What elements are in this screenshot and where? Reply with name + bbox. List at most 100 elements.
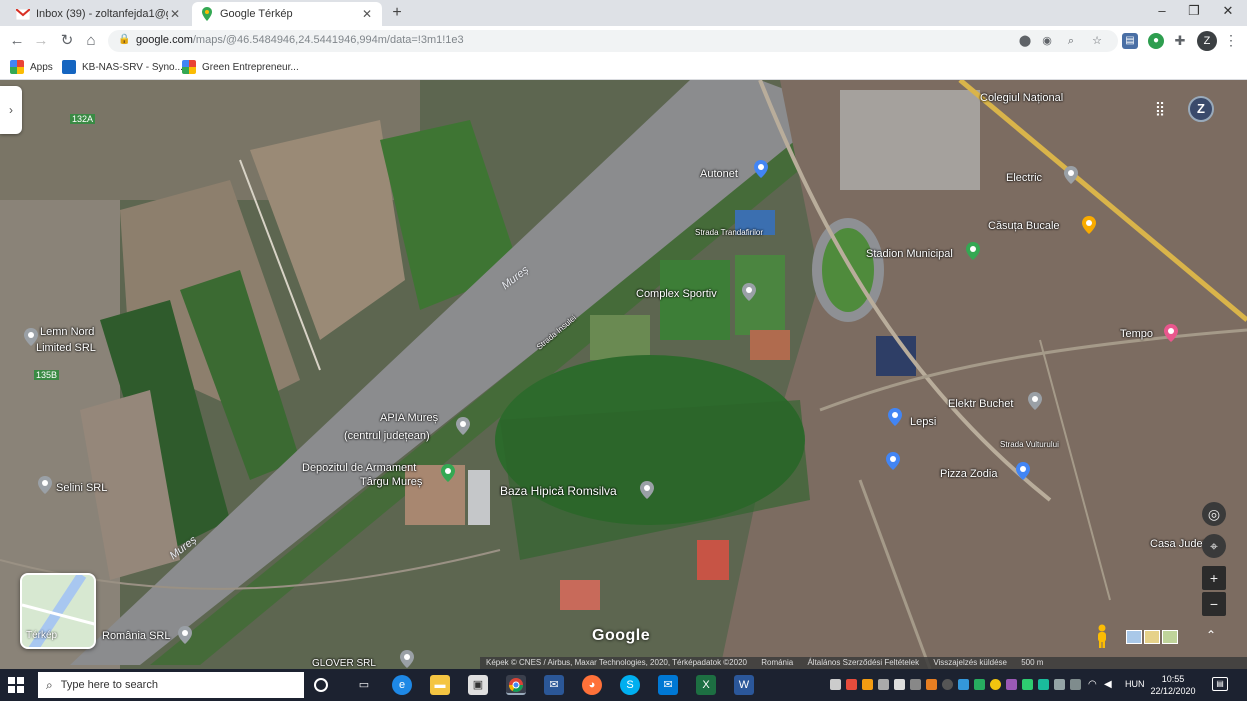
- file-explorer-icon[interactable]: ▬: [430, 675, 450, 695]
- map-pin-icon[interactable]: [886, 452, 900, 470]
- map-pin-icon[interactable]: [1082, 216, 1096, 234]
- place-label[interactable]: Autonet: [700, 168, 738, 180]
- place-label[interactable]: România SRL: [102, 630, 170, 642]
- close-tab-icon[interactable]: ✕: [360, 7, 374, 21]
- place-label[interactable]: Căsuța Bucale: [988, 220, 1060, 232]
- firefox-icon[interactable]: ◕: [582, 675, 602, 695]
- map-pin-icon[interactable]: [888, 408, 902, 426]
- terms-link[interactable]: Általános Szerződési Feltételek: [807, 658, 919, 667]
- reload-icon[interactable]: ↻: [58, 32, 76, 50]
- mail-icon[interactable]: ✉: [658, 675, 678, 695]
- outlook-icon[interactable]: ✉: [544, 675, 564, 695]
- tray-icon[interactable]: [974, 679, 985, 690]
- zoom-icon[interactable]: ⌕: [1064, 34, 1078, 48]
- place-label[interactable]: Stadion Municipal: [866, 248, 953, 260]
- tray-icon[interactable]: [894, 679, 905, 690]
- map-pin-icon[interactable]: [742, 283, 756, 301]
- word-icon[interactable]: W: [734, 675, 754, 695]
- tray-icon[interactable]: [926, 679, 937, 690]
- place-label[interactable]: Casa Județ: [1150, 538, 1206, 550]
- back-arrow-icon[interactable]: ←: [8, 32, 26, 50]
- place-label[interactable]: Tempo: [1120, 328, 1153, 340]
- place-label[interactable]: Colegiul Național: [980, 92, 1063, 104]
- windows-start-icon[interactable]: [8, 677, 24, 693]
- bookmark-kb-nas[interactable]: KB-NAS-SRV - Syno...: [62, 60, 183, 74]
- map-pin-icon[interactable]: [441, 464, 455, 482]
- close-tab-icon[interactable]: ✕: [168, 7, 182, 21]
- tab-gmail[interactable]: Inbox (39) - zoltanfejda1@gmai ✕: [8, 2, 190, 26]
- tray-icon[interactable]: [990, 679, 1001, 690]
- tray-icon[interactable]: [910, 679, 921, 690]
- terrain-layer-icon[interactable]: [1162, 630, 1178, 644]
- map-pin-icon[interactable]: [1064, 166, 1078, 184]
- place-label[interactable]: APIA Mureș: [380, 412, 438, 424]
- map-pin-icon[interactable]: [1164, 324, 1178, 342]
- wifi-icon[interactable]: ◠: [1088, 679, 1099, 690]
- network-icon[interactable]: [1070, 679, 1081, 690]
- map-layer-toggle[interactable]: Térkép: [20, 573, 96, 649]
- place-label[interactable]: Pizza Zodia: [940, 468, 997, 480]
- task-view-icon[interactable]: ▭: [354, 675, 374, 695]
- bookmark-apps[interactable]: Apps: [10, 60, 53, 74]
- tray-icon[interactable]: [942, 679, 953, 690]
- map-pin-icon[interactable]: [456, 417, 470, 435]
- volume-icon[interactable]: ◀: [1104, 679, 1115, 690]
- edge-icon[interactable]: e: [392, 675, 412, 695]
- zoom-in-button[interactable]: +: [1202, 566, 1226, 590]
- tray-icon[interactable]: [846, 679, 857, 690]
- system-clock[interactable]: 10:55 22/12/2020: [1150, 673, 1196, 697]
- map-pin-icon[interactable]: [178, 626, 192, 644]
- traffic-layer-icon[interactable]: [1144, 630, 1160, 644]
- tray-icon[interactable]: [1006, 679, 1017, 690]
- bookmark-star-icon[interactable]: ☆: [1090, 34, 1104, 48]
- location-pin-icon[interactable]: ⬤: [1018, 34, 1032, 48]
- place-label[interactable]: Baza Hipică Romsilva: [500, 484, 617, 498]
- bookmark-green-entrepreneur[interactable]: Green Entrepreneur...: [182, 60, 299, 74]
- account-avatar[interactable]: Z: [1188, 96, 1214, 122]
- chrome-icon[interactable]: [506, 675, 526, 695]
- profile-avatar[interactable]: Z: [1197, 31, 1217, 51]
- feedback-link[interactable]: Visszajelzés küldése: [933, 658, 1007, 667]
- map-pin-icon[interactable]: [24, 328, 38, 346]
- tray-icon[interactable]: [1022, 679, 1033, 690]
- map-pin-icon[interactable]: [640, 481, 654, 499]
- map-pin-icon[interactable]: [400, 650, 414, 668]
- tray-icon[interactable]: [830, 679, 841, 690]
- tray-icon[interactable]: [878, 679, 889, 690]
- place-label[interactable]: Elektr Buchet: [948, 398, 1013, 410]
- place-label[interactable]: GLOVER SRL: [312, 658, 376, 669]
- map-pin-icon[interactable]: [966, 242, 980, 260]
- place-label[interactable]: Electric: [1006, 172, 1042, 184]
- new-tab-icon[interactable]: +: [388, 4, 406, 22]
- my-location-icon[interactable]: ⌖: [1202, 534, 1226, 558]
- google-apps-icon[interactable]: ⣿: [1152, 100, 1168, 116]
- cortana-icon[interactable]: [314, 678, 328, 692]
- tray-icon[interactable]: [862, 679, 873, 690]
- restore-icon[interactable]: ❐: [1184, 3, 1204, 19]
- extension-icon[interactable]: ●: [1148, 33, 1164, 49]
- satellite-map[interactable]: Mureș Mureș Autonet Strada Trandafirilor…: [0, 80, 1247, 669]
- place-label[interactable]: Depozitul de Armament: [302, 462, 416, 474]
- notification-center-icon[interactable]: ▤: [1212, 677, 1228, 691]
- store-icon[interactable]: ▣: [468, 675, 488, 695]
- taskbar-search-input[interactable]: ⌕ Type here to search: [38, 672, 304, 698]
- map-pin-icon[interactable]: [754, 160, 768, 178]
- camera-icon[interactable]: ◉: [1040, 34, 1054, 48]
- scale-label[interactable]: 500 m: [1021, 658, 1043, 667]
- place-label[interactable]: Lemn Nord: [40, 326, 94, 338]
- extensions-puzzle-icon[interactable]: ✚: [1172, 33, 1188, 49]
- tray-icon[interactable]: [1038, 679, 1049, 690]
- address-bar[interactable]: 🔒 google.com/maps/@46.5484946,24.5441946…: [108, 30, 1118, 52]
- excel-icon[interactable]: X: [696, 675, 716, 695]
- extension-icon[interactable]: ▤: [1122, 33, 1138, 49]
- place-label[interactable]: Complex Sportiv: [636, 288, 717, 300]
- map-pin-icon[interactable]: [1016, 462, 1030, 480]
- input-language[interactable]: HUN: [1125, 679, 1145, 689]
- chevron-up-icon[interactable]: ⌃: [1206, 628, 1216, 642]
- compass-icon[interactable]: ◎: [1202, 502, 1226, 526]
- home-icon[interactable]: ⌂: [82, 32, 100, 50]
- forward-arrow-icon[interactable]: →: [32, 32, 50, 50]
- minimize-icon[interactable]: –: [1152, 3, 1172, 18]
- collapse-side-panel-button[interactable]: ›: [0, 86, 22, 134]
- zoom-out-button[interactable]: −: [1202, 592, 1226, 616]
